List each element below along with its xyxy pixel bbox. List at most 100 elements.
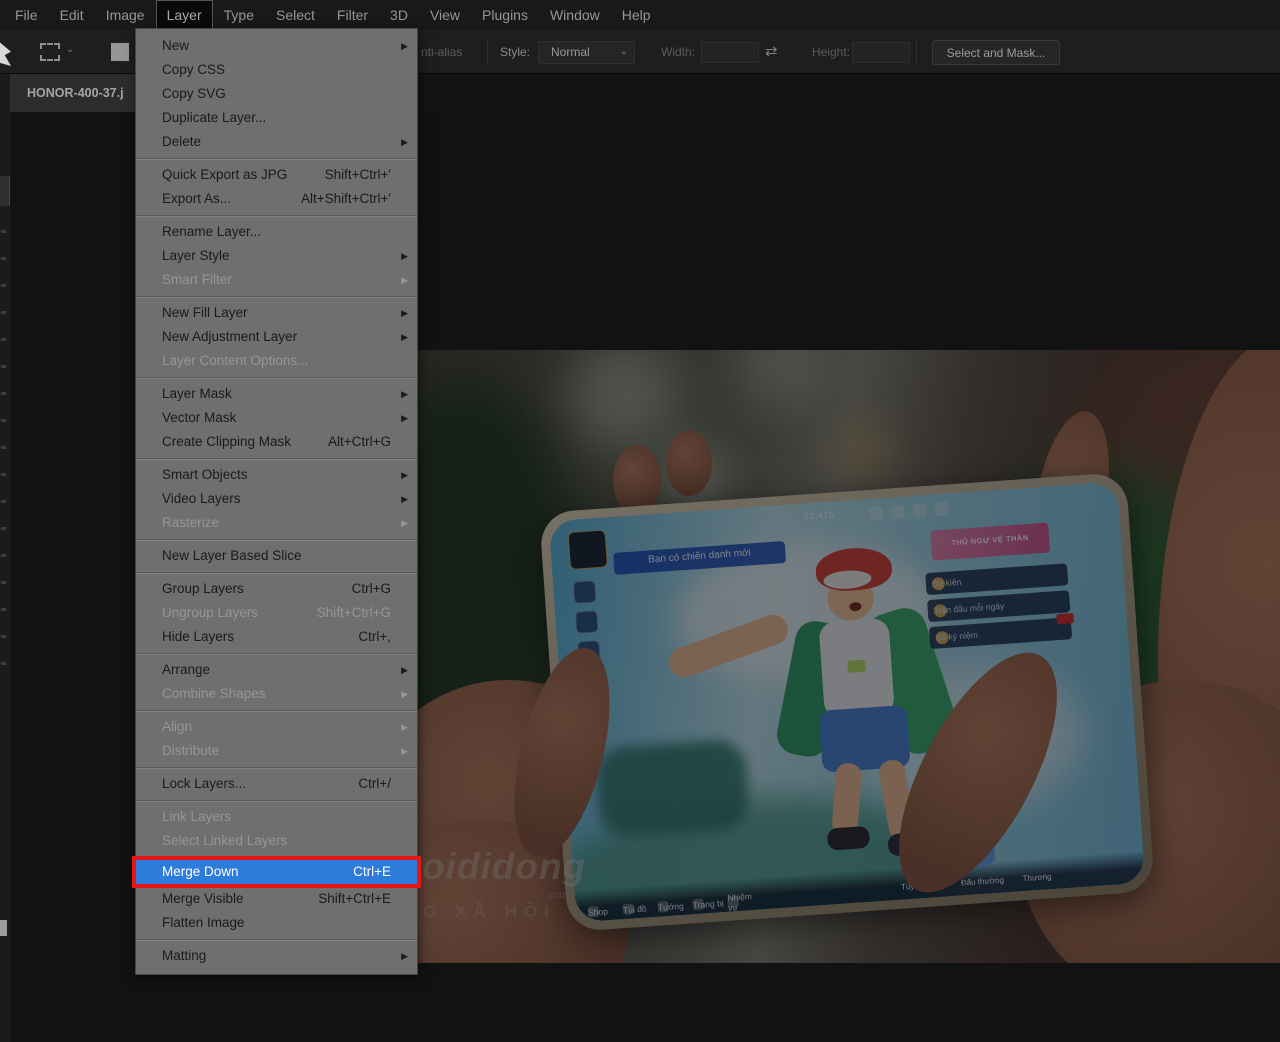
tool-preset-icon[interactable] — [0, 40, 11, 66]
toolbar-strip — [0, 74, 10, 1042]
menu-item-new-adjustment-layer[interactable]: New Adjustment Layer▶ — [136, 325, 417, 349]
menu-item-shortcut: Shift+Ctrl+' — [325, 163, 391, 187]
menu-item-merge-visible[interactable]: Merge VisibleShift+Ctrl+E — [136, 887, 417, 911]
tool-icon-fragment — [1, 284, 6, 287]
menu-item-label: New Adjustment Layer — [162, 329, 297, 344]
tool-icon-fragment — [1, 554, 6, 557]
menu-3d[interactable]: 3D — [379, 0, 419, 30]
tool-icon-fragment — [1, 392, 6, 395]
submenu-arrow-icon: ▶ — [401, 739, 408, 763]
menu-file[interactable]: File — [4, 0, 49, 30]
menu-filter[interactable]: Filter — [326, 0, 379, 30]
submenu-arrow-icon: ▶ — [401, 511, 408, 535]
menu-edit[interactable]: Edit — [49, 0, 95, 30]
menu-item-label: Copy SVG — [162, 86, 226, 101]
menu-item-label: Rasterize — [162, 515, 219, 530]
menu-item-duplicate-layer[interactable]: Duplicate Layer... — [136, 106, 417, 130]
menu-item-smart-objects[interactable]: Smart Objects ▶ — [136, 463, 417, 487]
menu-select[interactable]: Select — [265, 0, 326, 30]
menu-item-matting[interactable]: Matting▶ — [136, 944, 417, 968]
tool-icon-fragment — [1, 419, 6, 422]
menu-item-copy-svg[interactable]: Copy SVG — [136, 82, 417, 106]
canvas-image[interactable]: Bạn có chiến danh mới 21.415 — [418, 350, 1280, 963]
menu-item-hide-layers[interactable]: Hide LayersCtrl+, — [136, 625, 417, 649]
menu-item-shortcut: Alt+Ctrl+G — [328, 430, 391, 454]
submenu-arrow-icon: ▶ — [401, 268, 408, 292]
menu-item-label: Group Layers — [162, 581, 244, 596]
menu-item-create-clipping-mask[interactable]: Create Clipping MaskAlt+Ctrl+G — [136, 430, 417, 454]
active-tool-slot[interactable] — [0, 176, 10, 206]
game-side-icon — [575, 610, 598, 633]
height-input[interactable] — [852, 42, 910, 63]
menu-item-shortcut: Alt+Shift+Ctrl+' — [301, 187, 391, 211]
menu-item-label: New Fill Layer — [162, 305, 248, 320]
menu-window[interactable]: Window — [539, 0, 611, 30]
menu-item-ungroup-layers: Ungroup LayersShift+Ctrl+G — [136, 601, 417, 625]
menu-type[interactable]: Type — [213, 0, 265, 30]
menu-help[interactable]: Help — [611, 0, 662, 30]
menu-item-layer-style[interactable]: Layer Style▶ — [136, 244, 417, 268]
menu-item-label: Vector Mask — [162, 410, 236, 425]
menu-separator — [136, 935, 417, 944]
game-row-label: Số kỷ niệm — [935, 630, 978, 643]
menu-plugins[interactable]: Plugins — [471, 0, 539, 30]
style-select-value: Normal — [551, 45, 590, 59]
menu-item-quick-export-as-jpg[interactable]: Quick Export as JPGShift+Ctrl+' — [136, 163, 417, 187]
bokeh-blob — [738, 350, 828, 410]
menu-layer[interactable]: Layer — [156, 0, 213, 30]
menu-item-copy-css[interactable]: Copy CSS — [136, 58, 417, 82]
menu-item-flatten-image[interactable]: Flatten Image — [136, 911, 417, 935]
menu-item-lock-layers[interactable]: Lock Layers...Ctrl+/ — [136, 772, 417, 796]
menu-item-arrange[interactable]: Arrange▶ — [136, 658, 417, 682]
menu-item-align: Align▶ — [136, 715, 417, 739]
menu-item-delete[interactable]: Delete▶ — [136, 130, 417, 154]
menu-separator — [136, 454, 417, 463]
menu-item-shortcut: Shift+Ctrl+E — [318, 887, 391, 911]
watermark-text: oididong — [422, 846, 586, 888]
menu-item-new-layer-based-slice[interactable]: New Layer Based Slice — [136, 544, 417, 568]
game-bottom-item-nhiem-vu: Nhiệm vụ — [727, 896, 739, 908]
menu-item-video-layers[interactable]: Video Layers▶ — [136, 487, 417, 511]
submenu-arrow-icon: ▶ — [401, 463, 408, 487]
tool-icon-fragment — [1, 473, 6, 476]
submenu-arrow-icon: ▶ — [401, 658, 408, 682]
menu-item-shortcut: Ctrl+G — [352, 577, 391, 601]
menu-item-export-as[interactable]: Export As...Alt+Shift+Ctrl+' — [136, 187, 417, 211]
menu-item-label: Smart Objects — [162, 467, 248, 482]
tool-icon-fragment — [1, 365, 6, 368]
menu-separator — [136, 535, 417, 544]
menu-item-layer-mask[interactable]: Layer Mask▶ — [136, 382, 417, 406]
menu-item-new[interactable]: New▶ — [136, 34, 417, 58]
width-input[interactable] — [701, 42, 759, 63]
menu-separator — [136, 373, 417, 382]
game-top-icon — [868, 506, 883, 521]
style-label: Style: — [500, 45, 530, 59]
menu-item-vector-mask[interactable]: Vector Mask▶ — [136, 406, 417, 430]
menu-separator — [136, 292, 417, 301]
selection-mode-icon[interactable] — [111, 43, 129, 61]
menu-view[interactable]: View — [419, 0, 471, 30]
menu-item-label: Flatten Image — [162, 915, 245, 930]
character-badge — [847, 660, 866, 673]
menu-image[interactable]: Image — [95, 0, 156, 30]
character-leg — [831, 762, 862, 836]
style-select[interactable]: Normal ⌄ — [538, 41, 635, 64]
rectangular-marquee-icon[interactable] — [40, 43, 60, 61]
swap-dimensions-icon[interactable]: ⇄ — [765, 42, 778, 60]
menu-item-shortcut: Ctrl+E — [353, 860, 391, 884]
menu-item-label: Lock Layers... — [162, 776, 246, 791]
select-and-mask-button[interactable]: Select and Mask... — [932, 40, 1060, 65]
menu-item-label: Delete — [162, 134, 201, 149]
menu-item-layer-content-options: Layer Content Options... — [136, 349, 417, 373]
divider — [487, 39, 488, 65]
menu-item-label: Rename Layer... — [162, 224, 261, 239]
chevron-down-icon[interactable]: ⌄ — [66, 44, 74, 55]
menu-separator — [136, 211, 417, 220]
menu-item-merge-down[interactable]: Merge DownCtrl+E — [136, 860, 417, 884]
game-avatar — [567, 529, 608, 570]
game-bottom-right-label: Thương — [1022, 872, 1051, 883]
menu-item-rename-layer[interactable]: Rename Layer... — [136, 220, 417, 244]
menu-item-group-layers[interactable]: Group Layers Ctrl+G — [136, 577, 417, 601]
menubar: FileEditImageLayerTypeSelectFilter3DView… — [0, 0, 1280, 30]
menu-item-new-fill-layer[interactable]: New Fill Layer▶ — [136, 301, 417, 325]
